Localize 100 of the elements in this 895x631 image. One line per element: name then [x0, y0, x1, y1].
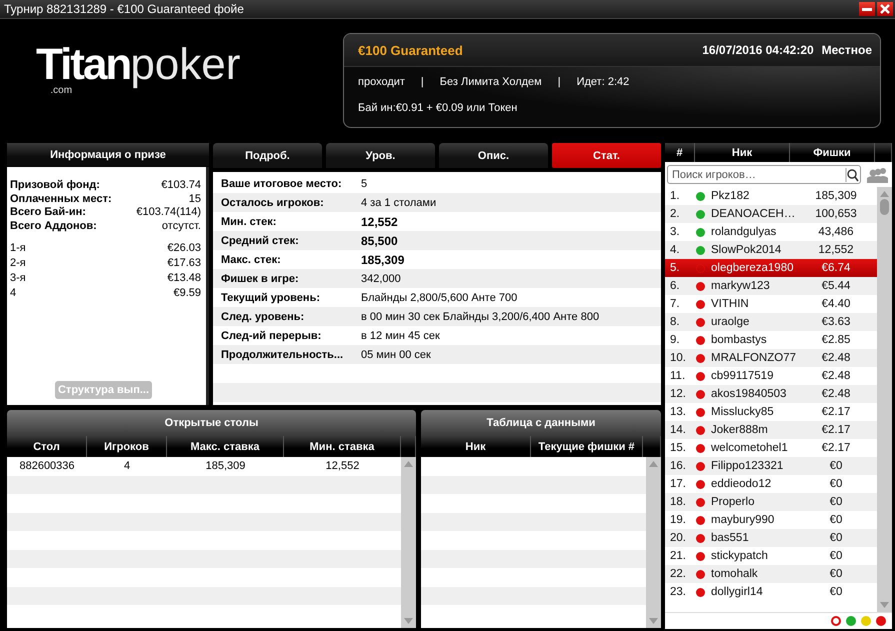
tab[interactable]: Стат.: [552, 143, 661, 168]
stat-label: Макс. стек:: [221, 254, 282, 266]
player-row[interactable]: 16. Filippo123321 €0: [665, 457, 877, 475]
place-label: 4: [10, 286, 16, 301]
place-label: 2-я: [10, 256, 26, 271]
player-row[interactable]: 13. Misslucky85 €2.17: [665, 403, 877, 421]
player-name: olegbereza1980: [711, 262, 794, 274]
player-rank: 17.: [669, 478, 687, 490]
stat-value: Блайнды 2,800/5,600 Анте 700: [361, 292, 518, 304]
player-row[interactable]: 15. welcometohel1 €2.17: [665, 439, 877, 457]
player-chips: €0: [801, 586, 877, 598]
player-row[interactable]: 9. bombastys €2.85: [665, 331, 877, 349]
player-row[interactable]: 4. SlowPok2014 12,552: [665, 241, 877, 259]
player-chips: €2.17: [801, 424, 877, 436]
player-row[interactable]: 21. stickypatch €0: [665, 547, 877, 565]
player-name: DEANOACEH…: [711, 208, 796, 220]
player-row[interactable]: 14. Joker888m €2.17: [665, 421, 877, 439]
player-row[interactable]: 3. rolandgulyas 43,486: [665, 223, 877, 241]
table-cell-text: 185,309: [204, 460, 246, 472]
scroll-up-icon[interactable]: [404, 461, 413, 467]
player-rank: 22.: [669, 568, 687, 580]
player-name: stickypatch: [711, 550, 769, 562]
scrollbar[interactable]: [877, 187, 892, 612]
prize-value: €103.74(114): [136, 206, 201, 220]
player-chips: €0: [801, 460, 877, 472]
prize-label: Всего Аддонов:: [10, 220, 97, 233]
player-row[interactable]: 5. olegbereza1980 €6.74: [665, 259, 877, 277]
place-prize: €17.63: [167, 256, 201, 271]
player-row[interactable]: 2. DEANOACEH… 100,653: [665, 205, 877, 223]
search-field[interactable]: Поиск игроков…: [667, 165, 861, 184]
stat-value: 342,000: [361, 272, 401, 284]
player-chips: €0: [801, 532, 877, 544]
player-chips: 185,309: [801, 190, 877, 202]
player-row[interactable]: 20. bas551 €0: [665, 529, 877, 547]
tournament-detail: Идет: 2:42: [576, 76, 630, 88]
stat-label: Средний стек:: [221, 234, 300, 246]
scroll-down-icon[interactable]: [649, 618, 658, 624]
players-icon[interactable]: [866, 166, 890, 182]
player-row[interactable]: 6. markyw123 €5.44: [665, 277, 877, 295]
close-button[interactable]: [877, 2, 893, 16]
tab[interactable]: Подроб.: [213, 143, 322, 168]
tournament-name: €100 Guaranteed: [358, 42, 464, 58]
scroll-up-icon[interactable]: [649, 461, 658, 467]
player-rank: 18.: [669, 496, 687, 508]
player-name: tomohalk: [711, 568, 759, 580]
player-row[interactable]: 18. Properlo €0: [665, 493, 877, 511]
player-row[interactable]: 8. uraolge €3.63: [665, 313, 877, 331]
player-rank: 2.: [669, 208, 681, 220]
player-name: VITHIN: [711, 298, 750, 310]
scroll-thumb[interactable]: [880, 199, 889, 215]
logo-text: poker: [130, 41, 240, 89]
player-chips: €0: [801, 496, 877, 508]
scroll-down-icon[interactable]: [880, 602, 889, 608]
date-time: 16/07/2016 04:42:20: [702, 43, 814, 57]
player-rank: 6.: [669, 280, 681, 292]
buy-in-text: Бай ин:€0.91 + €0.09 или Токен: [357, 101, 518, 114]
stat-label: Фишек в игре:: [221, 272, 300, 284]
time-zone: Местное: [822, 43, 872, 57]
player-row[interactable]: 17. eddieodo12 €0: [665, 475, 877, 493]
player-name: akos19840503: [711, 388, 788, 400]
stat-value: 185,309: [361, 252, 404, 266]
player-chips: 12,552: [801, 244, 877, 256]
player-name: Filippo123321: [711, 460, 784, 472]
panel-header: Таблица с данными: [421, 410, 661, 436]
player-row[interactable]: 12. akos19840503 €2.48: [665, 385, 877, 403]
player-chips: €2.17: [801, 406, 877, 418]
tab[interactable]: Опис.: [439, 143, 548, 168]
player-row[interactable]: 1. Pkz182 185,309: [665, 187, 877, 205]
player-chips: €3.63: [801, 316, 877, 328]
scroll-up-icon[interactable]: [880, 191, 889, 197]
stat-value: 05 мин 00 сек: [361, 348, 431, 360]
prize-label: Призовой фонд:: [10, 179, 100, 192]
player-row[interactable]: 11. cb99117519 €2.48: [665, 367, 877, 385]
close-icon: [880, 4, 890, 14]
player-row[interactable]: 10. MRALFONZO77 €2.48: [665, 349, 877, 367]
prize-label: Всего Бай-ин:: [10, 206, 86, 220]
player-name: markyw123: [711, 280, 771, 292]
stat-value: 12,552: [361, 214, 398, 228]
player-chips: €2.48: [801, 370, 877, 382]
player-name: eddieodo12: [711, 478, 772, 490]
player-name: Joker888m: [711, 424, 769, 436]
player-chips: €2.17: [801, 442, 877, 454]
player-name: maybury990: [711, 514, 776, 526]
panel-header: Информация о призе: [7, 143, 209, 167]
player-name: bombastys: [711, 334, 768, 346]
stat-label: Мин. стек:: [221, 216, 278, 228]
scroll-down-icon[interactable]: [404, 618, 413, 624]
player-row[interactable]: 7. VITHIN €4.40: [665, 295, 877, 313]
player-row[interactable]: 22. tomohalk €0: [665, 565, 877, 583]
scrollbar[interactable]: [401, 457, 416, 628]
scrollbar[interactable]: [646, 457, 661, 628]
player-chips: €4.40: [801, 298, 877, 310]
player-row[interactable]: 19. maybury990 €0: [665, 511, 877, 529]
minimize-button[interactable]: [859, 2, 875, 16]
player-name: Properlo: [711, 496, 756, 508]
player-rank: 12.: [669, 388, 687, 400]
tab[interactable]: Уров.: [326, 143, 435, 168]
place-prize: €26.03: [167, 241, 201, 256]
stat-label: Осталось игроков:: [221, 196, 325, 208]
player-row[interactable]: 23. dollygirl14 €0: [665, 583, 877, 601]
